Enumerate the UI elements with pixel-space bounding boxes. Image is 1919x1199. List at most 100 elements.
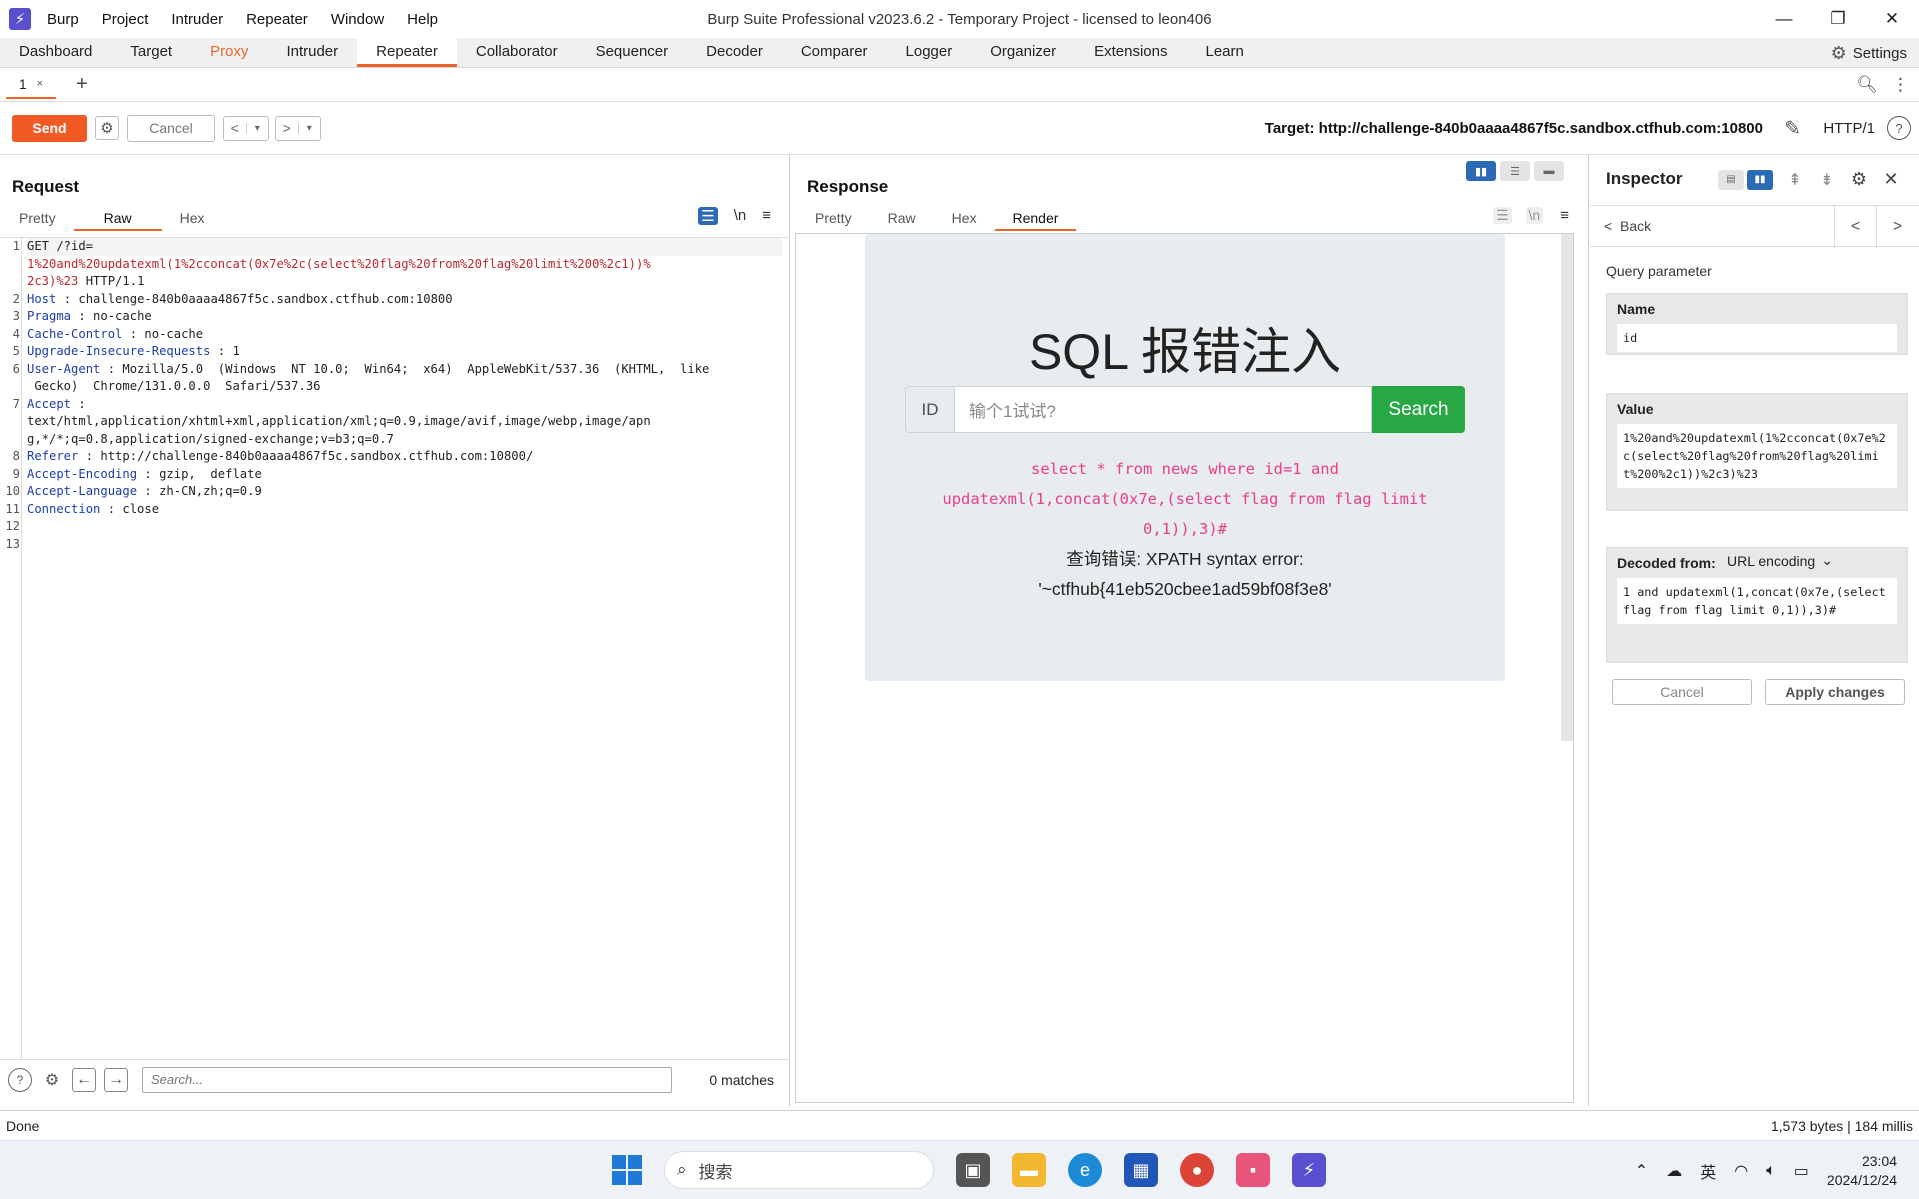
- expand-all-icon[interactable]: ⇞: [1785, 170, 1805, 190]
- send-button[interactable]: Send: [12, 114, 87, 142]
- collapse-all-icon[interactable]: ⇟: [1817, 170, 1837, 190]
- minimize-icon[interactable]: —: [1757, 0, 1811, 38]
- microsoft-store-icon[interactable]: ▦: [1124, 1153, 1158, 1187]
- encoding-select[interactable]: URL encoding ⌄: [1727, 552, 1833, 569]
- newline-toggle-icon[interactable]: \n: [1525, 207, 1544, 224]
- search-settings-icon[interactable]: ⚙: [40, 1068, 64, 1092]
- tab-raw[interactable]: Raw: [870, 207, 934, 231]
- file-explorer-icon[interactable]: ▬: [1012, 1153, 1046, 1187]
- id-input[interactable]: 输个1试试?: [955, 386, 1372, 433]
- next-match-icon[interactable]: →: [104, 1067, 128, 1092]
- value-field[interactable]: 1%20and%20updatexml(1%2cconcat(0x7e%2c(s…: [1617, 424, 1897, 488]
- search-button[interactable]: Search: [1372, 386, 1465, 433]
- wrap-lines-icon[interactable]: ☰: [1492, 207, 1512, 224]
- tab-intruder[interactable]: Intruder: [267, 38, 357, 67]
- tab-target[interactable]: Target: [111, 38, 191, 67]
- menu-help[interactable]: Help: [407, 11, 438, 28]
- tab-learn[interactable]: Learn: [1186, 38, 1262, 67]
- tab-organizer[interactable]: Organizer: [971, 38, 1075, 67]
- forward-history-button[interactable]: > ▾: [275, 115, 321, 141]
- restore-icon[interactable]: ❐: [1811, 0, 1865, 38]
- menu-burp[interactable]: Burp: [47, 11, 79, 28]
- send-settings-icon[interactable]: ⚙: [95, 116, 119, 140]
- search-input[interactable]: [142, 1066, 672, 1093]
- help-icon[interactable]: ?: [1887, 116, 1911, 140]
- search-form: ID 输个1试试? Search: [905, 386, 1465, 433]
- close-tab-icon[interactable]: ×: [37, 78, 43, 90]
- menu-repeater[interactable]: Repeater: [246, 11, 308, 28]
- help-icon[interactable]: ?: [8, 1067, 32, 1092]
- edit-target-icon[interactable]: ✎: [1784, 116, 1801, 141]
- tab-hex[interactable]: Hex: [934, 207, 995, 231]
- decoded-section: Decoded from: URL encoding ⌄ 1 and updat…: [1606, 547, 1908, 663]
- protocol-label[interactable]: HTTP/1: [1823, 102, 1875, 155]
- apply-changes-button[interactable]: Apply changes: [1765, 679, 1905, 705]
- previous-match-icon[interactable]: ←: [72, 1067, 96, 1092]
- request-editor[interactable]: 1 GET /?id= 1%20and%20updatexml(1%2cconca…: [0, 237, 790, 1060]
- newline-toggle-icon[interactable]: \n: [734, 207, 747, 225]
- layout-tabs-icon[interactable]: ▬: [1534, 161, 1564, 181]
- gear-icon[interactable]: ⚙: [1849, 169, 1869, 190]
- battery-icon[interactable]: ▭: [1794, 1161, 1809, 1181]
- cancel-button[interactable]: Cancel: [127, 114, 215, 142]
- close-icon[interactable]: ✕: [1881, 169, 1901, 190]
- response-stats: 1,573 bytes | 184 millis: [1770, 1117, 1913, 1134]
- volume-icon[interactable]: 🔈︎: [1766, 1162, 1776, 1180]
- dropdown-icon[interactable]: ▾: [245, 122, 269, 134]
- menu-window[interactable]: Window: [331, 11, 384, 28]
- back-button[interactable]: Back: [1620, 218, 1651, 234]
- tab-hex[interactable]: Hex: [162, 207, 223, 231]
- bilibili-icon[interactable]: ▪: [1236, 1153, 1270, 1187]
- name-field[interactable]: id: [1617, 324, 1897, 352]
- tab-pretty[interactable]: Pretty: [797, 207, 870, 231]
- search-icon[interactable]: 🔍︎: [1856, 75, 1878, 95]
- settings-button[interactable]: ⚙ Settings: [1831, 38, 1907, 68]
- tab-comparer[interactable]: Comparer: [782, 38, 887, 67]
- target-label[interactable]: Target: http://challenge-840b0aaaa4867f5…: [1265, 102, 1763, 155]
- decoded-field[interactable]: 1 and updatexml(1,concat(0x7e,(select fl…: [1617, 578, 1897, 624]
- system-clock[interactable]: 23:04 2024/12/24: [1827, 1152, 1897, 1190]
- chrome-browser-icon[interactable]: ●: [1180, 1153, 1214, 1187]
- cancel-button[interactable]: Cancel: [1612, 679, 1752, 705]
- tab-pretty[interactable]: Pretty: [1, 207, 74, 231]
- tab-raw[interactable]: Raw: [73, 207, 162, 231]
- network-status-icon[interactable]: ☁: [1666, 1161, 1682, 1181]
- tab-collaborator[interactable]: Collaborator: [457, 38, 577, 67]
- tab-proxy[interactable]: Proxy: [191, 38, 267, 67]
- more-options-icon[interactable]: ⋮: [1892, 75, 1909, 95]
- tab-logger[interactable]: Logger: [887, 38, 972, 67]
- taskbar-search[interactable]: ⌕ 搜索: [664, 1151, 934, 1189]
- task-view-icon[interactable]: ▣: [956, 1153, 990, 1187]
- windows-start-icon[interactable]: [612, 1155, 642, 1185]
- ime-indicator[interactable]: 英: [1700, 1159, 1716, 1183]
- layout-stacked-icon[interactable]: ☰: [1500, 161, 1530, 181]
- tab-dashboard[interactable]: Dashboard: [0, 38, 111, 67]
- menu-intruder[interactable]: Intruder: [171, 11, 223, 28]
- next-item-icon[interactable]: >: [1876, 206, 1918, 248]
- add-tab-icon[interactable]: +: [76, 73, 88, 96]
- tab-extensions[interactable]: Extensions: [1075, 38, 1186, 67]
- previous-item-icon[interactable]: <: [1834, 206, 1876, 248]
- menu-project[interactable]: Project: [102, 11, 149, 28]
- tab-sequencer[interactable]: Sequencer: [577, 38, 688, 67]
- tab-render[interactable]: Render: [994, 207, 1077, 231]
- scrollbar[interactable]: [1561, 234, 1573, 741]
- request-code[interactable]: 1 GET /?id= 1%20and%20updatexml(1%2cconca…: [5, 238, 782, 553]
- menu-icon[interactable]: ≡: [1557, 207, 1572, 224]
- back-history-button[interactable]: < ▾: [223, 115, 269, 141]
- inspector-view-panel-icon[interactable]: ▮▮: [1747, 169, 1773, 190]
- repeater-tab-1[interactable]: 1 ×: [6, 71, 56, 99]
- tab-repeater[interactable]: Repeater: [357, 38, 457, 67]
- wifi-icon[interactable]: ◠: [1734, 1161, 1748, 1181]
- chevron-left-icon[interactable]: <: [1604, 218, 1612, 234]
- layout-side-by-side-icon[interactable]: ▮▮: [1466, 161, 1496, 181]
- chevron-up-icon[interactable]: ⌃: [1635, 1161, 1648, 1181]
- dropdown-icon[interactable]: ▾: [297, 122, 321, 134]
- wrap-lines-icon[interactable]: ☰: [698, 207, 718, 225]
- menu-icon[interactable]: ≡: [762, 207, 771, 225]
- inspector-view-list-icon[interactable]: ▤: [1718, 169, 1744, 190]
- burp-suite-taskbar-icon[interactable]: ⚡: [1292, 1153, 1326, 1187]
- tab-decoder[interactable]: Decoder: [687, 38, 782, 67]
- close-icon[interactable]: ✕: [1865, 0, 1919, 38]
- edge-browser-icon[interactable]: e: [1068, 1153, 1102, 1187]
